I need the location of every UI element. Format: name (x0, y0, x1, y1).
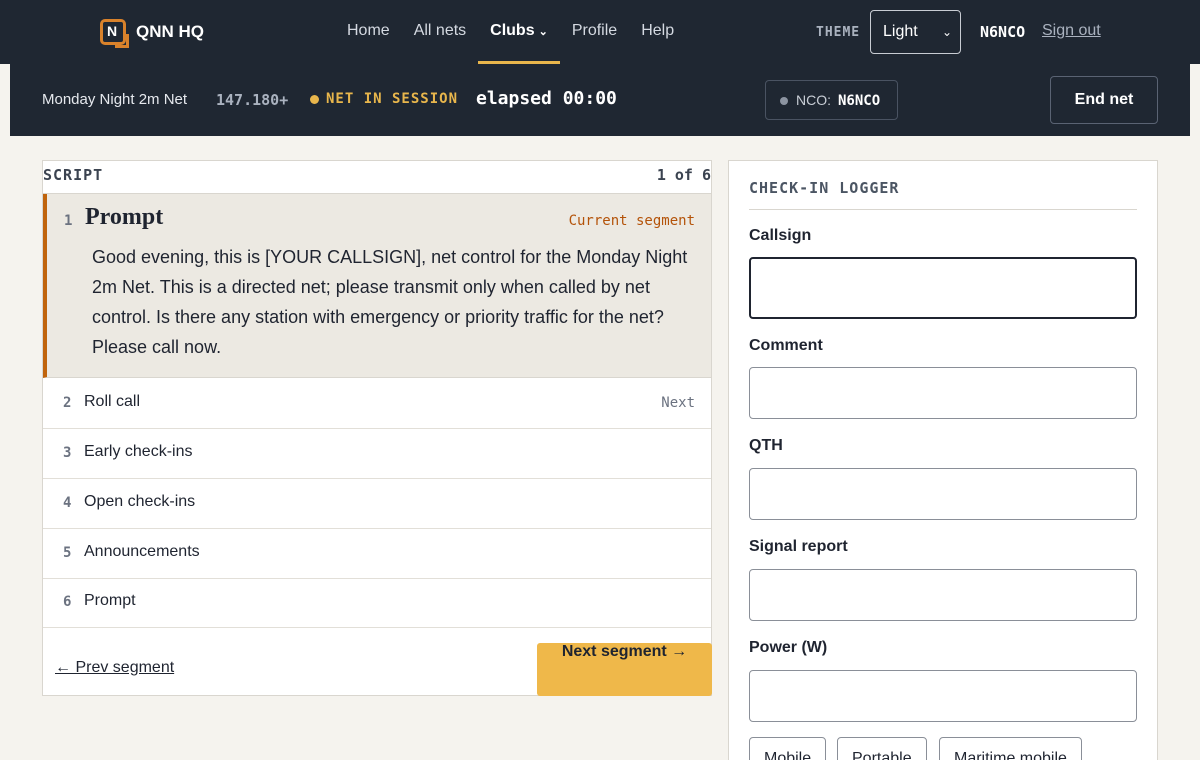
nav-help[interactable]: Help (629, 0, 686, 64)
chevron-down-icon: ⌄ (538, 26, 548, 38)
net-status-bar: Monday Night 2m Net 147.180+ NET IN SESS… (10, 64, 1190, 136)
nav-clubs[interactable]: Clubs ⌄ (478, 0, 560, 64)
callsign-input[interactable] (749, 257, 1137, 319)
chip-maritime-mobile[interactable]: Maritime mobile (939, 737, 1082, 760)
callsign-label: Callsign (749, 227, 812, 244)
chip-mobile[interactable]: Mobile (749, 737, 827, 760)
nav-home[interactable]: Home (347, 0, 402, 64)
session-status: NET IN SESSION (326, 91, 459, 107)
status-dot-icon (310, 95, 319, 104)
segment-title: Announcements (84, 543, 200, 560)
power-label: Power (W) (749, 639, 828, 656)
nav-profile[interactable]: Profile (560, 0, 629, 64)
theme-select-value: Light (883, 23, 918, 40)
segment-title: Prompt (84, 592, 136, 609)
segment-number: 2 (63, 395, 72, 411)
comment-label: Comment (749, 337, 823, 354)
nav-all-nets[interactable]: All nets (402, 0, 478, 64)
check-in-logger: CHECK-IN LOGGER Callsign Comment QTH Sig… (728, 160, 1158, 760)
segment-title: Roll call (84, 393, 141, 410)
script-panel: SCRIPT 1 of 6 1 Prompt Current segment G… (42, 160, 712, 696)
segment-title: Early check-ins (84, 443, 193, 460)
segment-script-text: Good evening, this is [YOUR CALLSIGN], n… (92, 247, 688, 357)
prev-segment-link[interactable]: ← Prev segment (55, 659, 174, 677)
segment-row[interactable]: 4 Open check-ins (43, 479, 711, 529)
segment-row[interactable]: 3 Early check-ins (43, 429, 711, 479)
script-progress: 1 of 6 (656, 166, 711, 184)
user-callsign: N6NCO (980, 23, 1026, 41)
end-net-button[interactable]: End net (1050, 76, 1158, 124)
theme-select[interactable]: Light ⌄ (870, 10, 961, 54)
net-frequency: 147.180+ (216, 91, 289, 109)
segment-title: Prompt (85, 204, 164, 230)
script-title: SCRIPT (43, 166, 104, 184)
segment-row[interactable]: 2 Roll call Next (43, 379, 711, 429)
nco-dot-icon (780, 97, 788, 105)
segment-row[interactable]: 5 Announcements (43, 529, 711, 579)
nco-callsign: N6NCO (838, 93, 881, 109)
power-input[interactable] (749, 670, 1137, 722)
brand-logo[interactable]: N QNN HQ (100, 19, 204, 48)
segment-number: 4 (63, 495, 72, 511)
net-name: Monday Night 2m Net (42, 91, 188, 108)
segment-number: 6 (63, 594, 72, 610)
qnn-logo-icon: N (100, 19, 129, 48)
segment-number: 1 (64, 213, 73, 229)
sign-out-link[interactable]: Sign out (1042, 22, 1101, 40)
segment-number: 5 (63, 545, 72, 561)
current-segment[interactable]: 1 Prompt Current segment Good evening, t… (43, 194, 711, 378)
script-header: SCRIPT 1 of 6 (43, 161, 711, 194)
segment-title: Open check-ins (84, 493, 196, 510)
signal-report-input[interactable] (749, 569, 1137, 621)
theme-label: THEME (816, 25, 861, 40)
nco-label: NCO: (796, 92, 831, 108)
nav-clubs-label: Clubs (490, 22, 535, 39)
logger-title: CHECK-IN LOGGER (749, 179, 1137, 210)
elapsed-timer: elapsed 00:00 (476, 88, 617, 109)
segment-number: 3 (63, 445, 72, 461)
top-nav: N QNN HQ Home All nets Clubs ⌄ Profile He… (0, 0, 1200, 64)
qth-label: QTH (749, 437, 783, 454)
nco-badge: NCO: N6NCO (765, 80, 898, 120)
nav-links: Home All nets Clubs ⌄ Profile Help (347, 0, 686, 64)
segment-row[interactable]: 6 Prompt (43, 578, 711, 628)
chevron-down-icon: ⌄ (941, 25, 952, 39)
qth-input[interactable] (749, 468, 1137, 520)
chip-portable[interactable]: Portable (837, 737, 927, 760)
signal-report-label: Signal report (749, 538, 848, 555)
brand-name: QNN HQ (136, 22, 204, 41)
next-segment-button[interactable]: Next segment → (537, 643, 712, 696)
current-segment-badge: Current segment (568, 213, 695, 229)
comment-input[interactable] (749, 367, 1137, 419)
next-segment-badge: Next (661, 395, 695, 411)
